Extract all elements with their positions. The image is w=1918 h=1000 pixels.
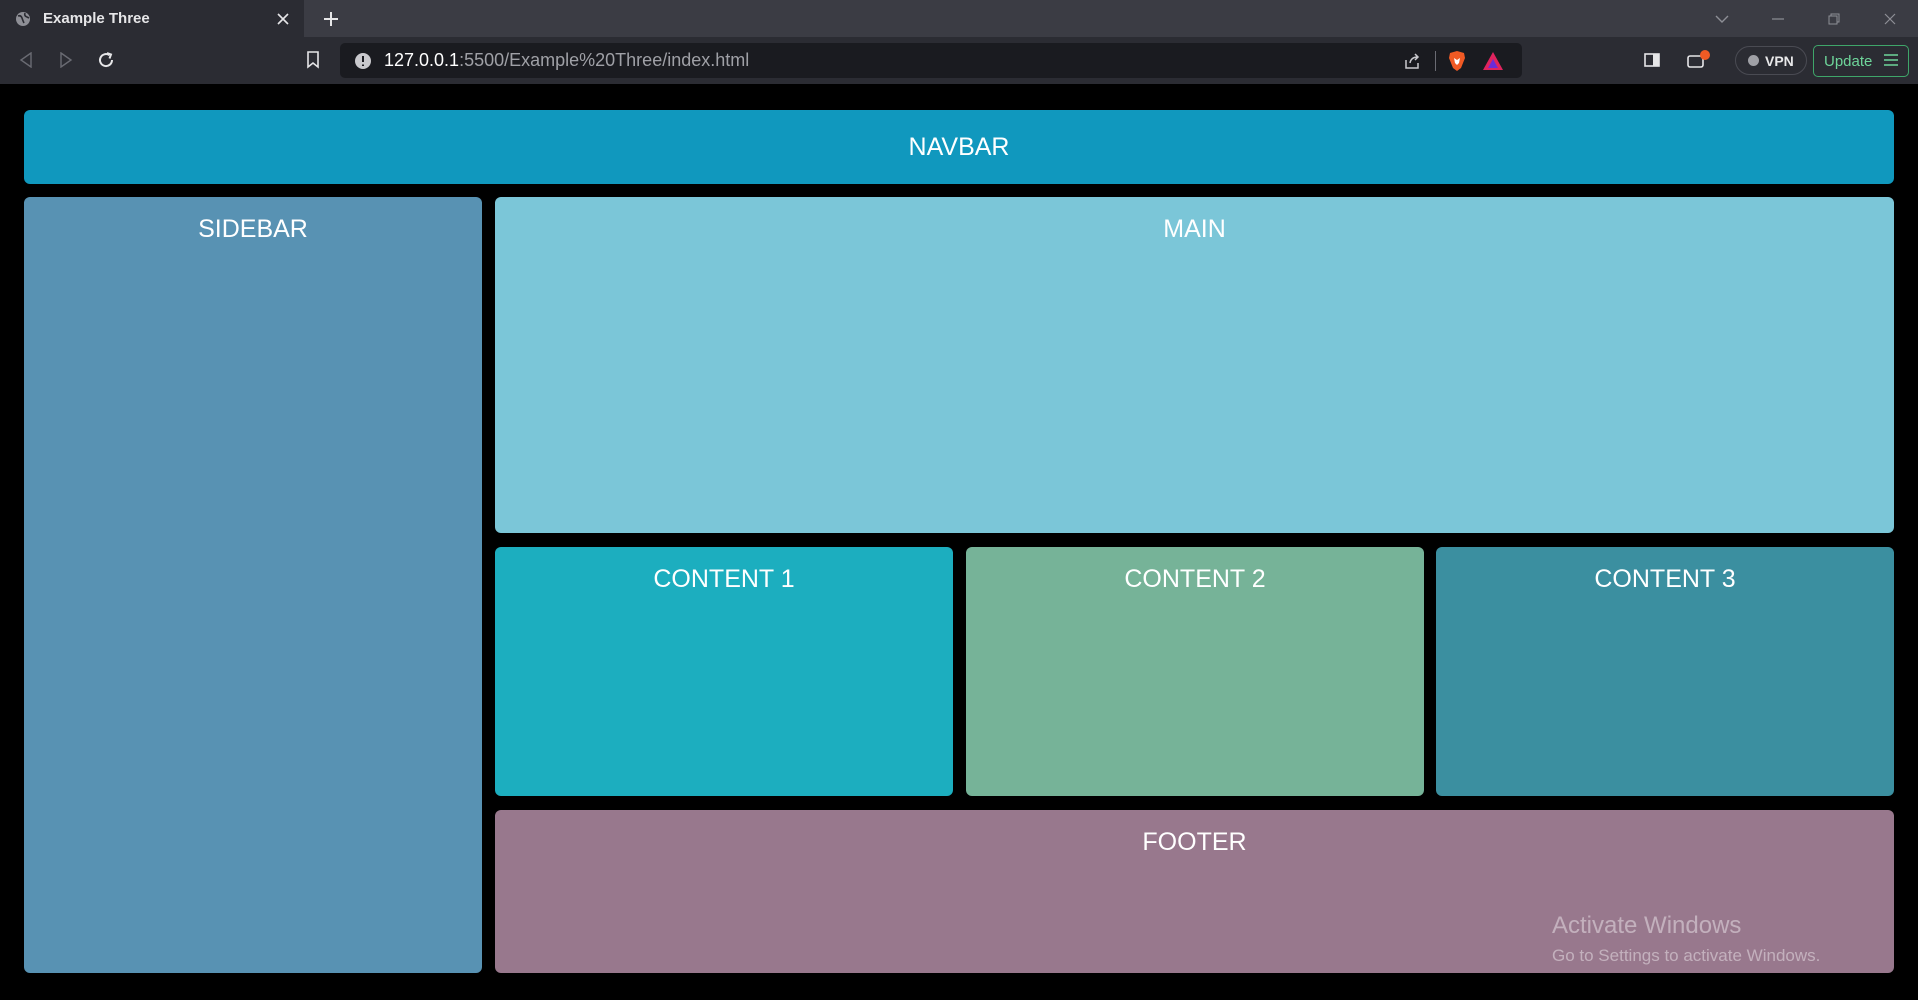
activate-windows-watermark: Activate Windows Go to Settings to activ… — [1552, 912, 1820, 966]
content-3-label: CONTENT 3 — [1594, 565, 1736, 593]
close-tab-icon[interactable] — [268, 4, 298, 34]
url-host: 127.0.0.1 — [384, 50, 460, 70]
sidebar-section: SIDEBAR — [24, 197, 482, 973]
bookmark-icon[interactable] — [297, 44, 329, 76]
sidebar-toggle-icon[interactable] — [1636, 44, 1668, 76]
footer-label: FOOTER — [1142, 828, 1247, 856]
sidebar-label: SIDEBAR — [198, 215, 308, 243]
update-button[interactable]: Update — [1813, 45, 1909, 77]
vpn-status-icon — [1748, 55, 1759, 66]
main-label: MAIN — [1163, 215, 1226, 243]
navbar-label: NAVBAR — [908, 133, 1010, 161]
browser-toolbar: 127.0.0.1:5500/Example%20Three/index.htm… — [0, 37, 1918, 84]
minimize-icon[interactable] — [1750, 0, 1806, 37]
tab-title: Example Three — [43, 10, 150, 27]
share-icon[interactable] — [1397, 46, 1427, 76]
vpn-label: VPN — [1765, 52, 1794, 69]
site-info-icon[interactable] — [352, 50, 374, 72]
page-viewport: NAVBAR SIDEBAR MAIN CONTENT 1 CONTENT 2 … — [0, 84, 1918, 1000]
update-label: Update — [1824, 52, 1873, 70]
address-bar[interactable]: 127.0.0.1:5500/Example%20Three/index.htm… — [340, 43, 1522, 78]
content-1-section: CONTENT 1 — [495, 547, 953, 796]
brave-shields-icon[interactable] — [1442, 46, 1472, 76]
vpn-button[interactable]: VPN — [1735, 46, 1807, 75]
content-2-section: CONTENT 2 — [966, 547, 1424, 796]
watermark-subtitle: Go to Settings to activate Windows. — [1552, 946, 1821, 965]
tab-strip: Example Three — [0, 0, 1918, 37]
navbar-section: NAVBAR — [24, 110, 1894, 184]
watermark-title: Activate Windows — [1552, 912, 1742, 939]
new-tab-icon[interactable] — [316, 4, 346, 34]
wallet-icon[interactable] — [1682, 44, 1714, 76]
tab-search-chevron-icon[interactable] — [1694, 0, 1750, 37]
globe-icon — [14, 10, 32, 28]
close-window-icon[interactable] — [1862, 0, 1918, 37]
address-bar-divider — [1435, 50, 1436, 71]
active-tab[interactable]: Example Three — [0, 0, 304, 37]
content-1-label: CONTENT 1 — [653, 565, 795, 593]
brave-rewards-icon[interactable] — [1478, 46, 1508, 76]
content-3-section: CONTENT 3 — [1436, 547, 1894, 796]
forward-icon[interactable] — [50, 44, 82, 76]
window-controls — [1694, 0, 1918, 37]
menu-icon — [1884, 53, 1898, 70]
reload-icon[interactable] — [90, 44, 122, 76]
url-text[interactable]: 127.0.0.1:5500/Example%20Three/index.htm… — [384, 50, 1391, 71]
content-2-label: CONTENT 2 — [1124, 565, 1266, 593]
address-bar-actions — [1391, 46, 1508, 76]
back-icon[interactable] — [10, 44, 42, 76]
url-path: :5500/Example%20Three/index.html — [459, 50, 750, 70]
restore-icon[interactable] — [1806, 0, 1862, 37]
main-section: MAIN — [495, 197, 1894, 533]
